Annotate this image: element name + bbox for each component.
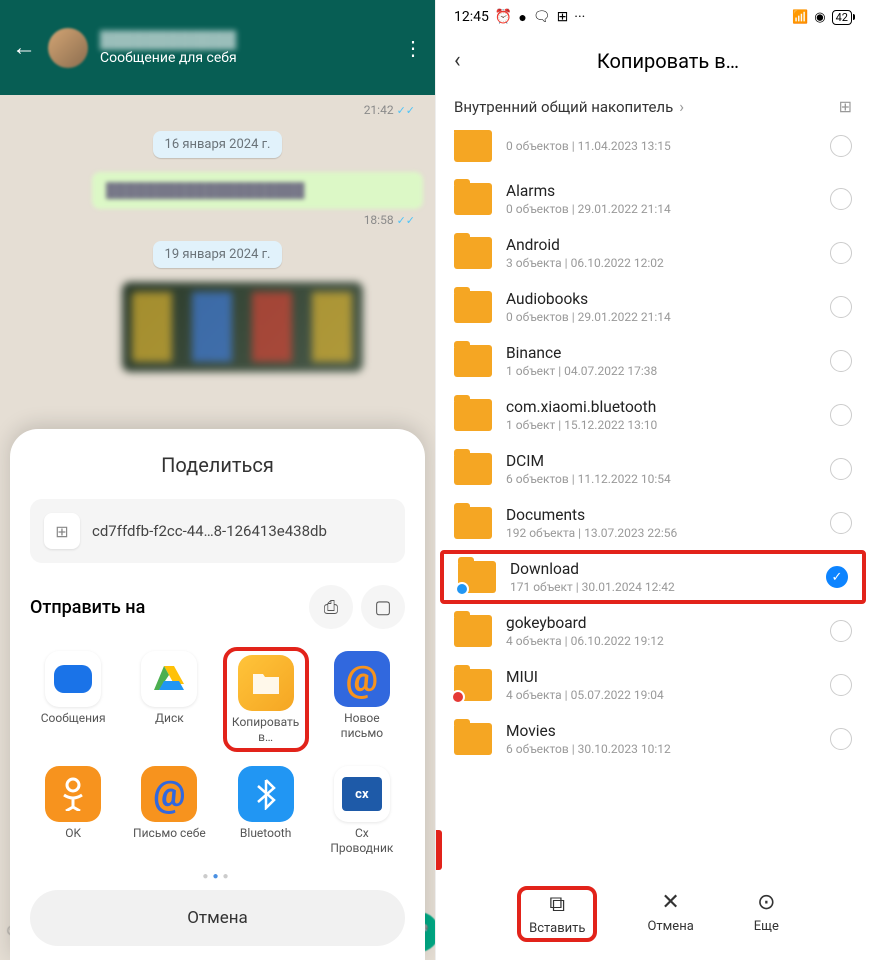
- paste-button[interactable]: ⧉ Вставить: [517, 886, 597, 942]
- folder-row[interactable]: Audiobooks 0 объектов | 29.01.2022 21:14: [436, 280, 870, 334]
- share-app-grid: Сообщения Диск Копировать в… @ Новое пис…: [30, 647, 405, 859]
- folder-row[interactable]: Documents 192 объекта | 13.07.2023 22:56: [436, 496, 870, 550]
- message-image[interactable]: [122, 282, 363, 372]
- chat-header: ← ████████████ Сообщение для себя ⋮: [0, 0, 435, 95]
- app-self-mail[interactable]: @ Письмо себе: [126, 762, 212, 859]
- app-disk[interactable]: Диск: [126, 647, 212, 752]
- select-radio[interactable]: [830, 728, 852, 750]
- folder-icon: [454, 453, 492, 485]
- folder-icon: [454, 507, 492, 539]
- breadcrumb[interactable]: Внутренний общий накопитель › ⊞: [436, 87, 870, 130]
- folder-row[interactable]: DCIM 6 объектов | 11.12.2022 10:54: [436, 442, 870, 496]
- folder-list[interactable]: 0 объектов | 11.04.2023 13:15 Alarms 0 о…: [436, 130, 870, 874]
- apps-icon: ⊞: [557, 9, 569, 25]
- folder-icon: [454, 237, 492, 269]
- file-name: cd7ffdfb-f2cc-44…8-126413e438db: [92, 522, 327, 540]
- app-messages[interactable]: Сообщения: [30, 647, 116, 752]
- app-ok[interactable]: OK: [30, 762, 116, 859]
- folder-icon: [454, 183, 492, 215]
- notif-icon: 🗨: [533, 9, 551, 25]
- folder-row[interactable]: Movies 6 объектов | 30.10.2023 10:12: [436, 712, 870, 766]
- folder-icon: [454, 615, 492, 647]
- paste-icon: ⧉: [549, 892, 565, 917]
- date-separator: 19 января 2024 г.: [153, 241, 283, 268]
- send-to-label: Отправить на: [30, 597, 145, 618]
- back-icon[interactable]: ‹: [454, 48, 484, 73]
- file-manager-screen: 12:45 ⏰ ● 🗨 ⊞ ··· 📶 ◉ 42 ‹ Копировать в……: [435, 0, 870, 960]
- app-bluetooth[interactable]: Bluetooth: [223, 762, 309, 859]
- select-radio[interactable]: ✓: [826, 566, 848, 588]
- signal-icon: 📶: [792, 10, 808, 25]
- cancel-button[interactable]: Отмена: [30, 890, 405, 946]
- close-icon: ✕: [661, 890, 679, 915]
- select-radio[interactable]: [830, 135, 852, 157]
- share-title: Поделиться: [30, 453, 405, 477]
- folder-icon: [454, 345, 492, 377]
- more-icon: ···: [574, 9, 585, 25]
- status-bar: 12:45 ⏰ ● 🗨 ⊞ ··· 📶 ◉ 42: [436, 0, 870, 34]
- folder-icon: [454, 723, 492, 755]
- more-button[interactable]: ⊙ Еще: [744, 886, 789, 942]
- more-icon: ⊙: [757, 890, 775, 915]
- miui-badge-icon: [451, 690, 465, 704]
- folder-row[interactable]: Android 3 объекта | 06.10.2022 12:02: [436, 226, 870, 280]
- select-radio[interactable]: [830, 296, 852, 318]
- download-badge-icon: [455, 582, 469, 596]
- app-new-mail[interactable]: @ Новое письмо: [319, 647, 405, 752]
- folder-row[interactable]: gokeyboard 4 объекта | 06.10.2022 19:12: [436, 604, 870, 658]
- page-indicator: ●●●: [30, 871, 405, 882]
- folder-icon: [454, 669, 492, 701]
- select-radio[interactable]: [830, 404, 852, 426]
- cast-icon[interactable]: ▢: [361, 585, 405, 629]
- avatar[interactable]: [48, 28, 88, 68]
- wifi-icon: ◉: [814, 10, 825, 25]
- app-cx-explorer[interactable]: cx Cx Проводник: [319, 762, 405, 859]
- grid-view-icon[interactable]: ⊞: [839, 97, 852, 116]
- file-preview: ⊞ cd7ffdfb-f2cc-44…8-126413e438db: [30, 499, 405, 563]
- folder-row[interactable]: com.xiaomi.bluetooth 1 объект | 15.12.20…: [436, 388, 870, 442]
- contact-subtitle: Сообщение для себя: [100, 50, 403, 66]
- msg-time: 21:42: [364, 103, 394, 117]
- bottom-action-bar: ⧉ Вставить ✕ Отмена ⊙ Еще: [436, 874, 870, 960]
- highlight-edge: [436, 830, 442, 870]
- read-checks-icon: ✓✓: [397, 104, 415, 117]
- notif-icon: ●: [518, 9, 526, 26]
- status-time: 12:45: [454, 9, 489, 25]
- file-icon: ⊞: [44, 513, 80, 549]
- contact-name: ████████████: [100, 30, 403, 50]
- folder-icon: [454, 130, 492, 162]
- select-radio[interactable]: [830, 674, 852, 696]
- whatsapp-screen: ← ████████████ Сообщение для себя ⋮ 21:4…: [0, 0, 435, 960]
- folder-row[interactable]: MIUI 4 объекта | 05.07.2022 19:04: [436, 658, 870, 712]
- message-bubble: ████████████████████: [92, 172, 423, 209]
- read-checks-icon: ✓✓: [397, 214, 415, 227]
- cancel-button[interactable]: ✕ Отмена: [637, 886, 703, 942]
- back-arrow-icon[interactable]: ←: [12, 33, 36, 62]
- folder-icon: [454, 291, 492, 323]
- date-separator: 16 января 2024 г.: [153, 131, 283, 158]
- print-icon[interactable]: ⎙: [309, 585, 353, 629]
- folder-icon: [454, 399, 492, 431]
- select-radio[interactable]: [830, 242, 852, 264]
- alarm-icon: ⏰: [495, 9, 512, 25]
- select-radio[interactable]: [830, 458, 852, 480]
- folder-icon: [458, 561, 496, 593]
- folder-row-download[interactable]: Download 171 объект | 30.01.2024 12:42 ✓: [440, 550, 866, 604]
- folder-row[interactable]: Binance 1 объект | 04.07.2022 17:38: [436, 334, 870, 388]
- select-radio[interactable]: [830, 620, 852, 642]
- msg-time: 18:58: [364, 213, 394, 227]
- app-copy-to[interactable]: Копировать в…: [223, 647, 309, 752]
- folder-row[interactable]: Alarms 0 объектов | 29.01.2022 21:14: [436, 172, 870, 226]
- select-radio[interactable]: [830, 512, 852, 534]
- chat-area: 21:42 ✓✓ 16 января 2024 г. █████████████…: [0, 95, 435, 380]
- select-radio[interactable]: [830, 350, 852, 372]
- menu-icon[interactable]: ⋮: [403, 36, 423, 60]
- battery-indicator: 42: [832, 10, 852, 25]
- screen-title: Копировать в…: [484, 49, 852, 73]
- file-manager-header: ‹ Копировать в…: [436, 34, 870, 87]
- share-sheet: Поделиться ⊞ cd7ffdfb-f2cc-44…8-126413e4…: [10, 429, 425, 960]
- chevron-right-icon: ›: [679, 97, 684, 116]
- folder-row[interactable]: 0 объектов | 11.04.2023 13:15: [436, 130, 870, 172]
- select-radio[interactable]: [830, 188, 852, 210]
